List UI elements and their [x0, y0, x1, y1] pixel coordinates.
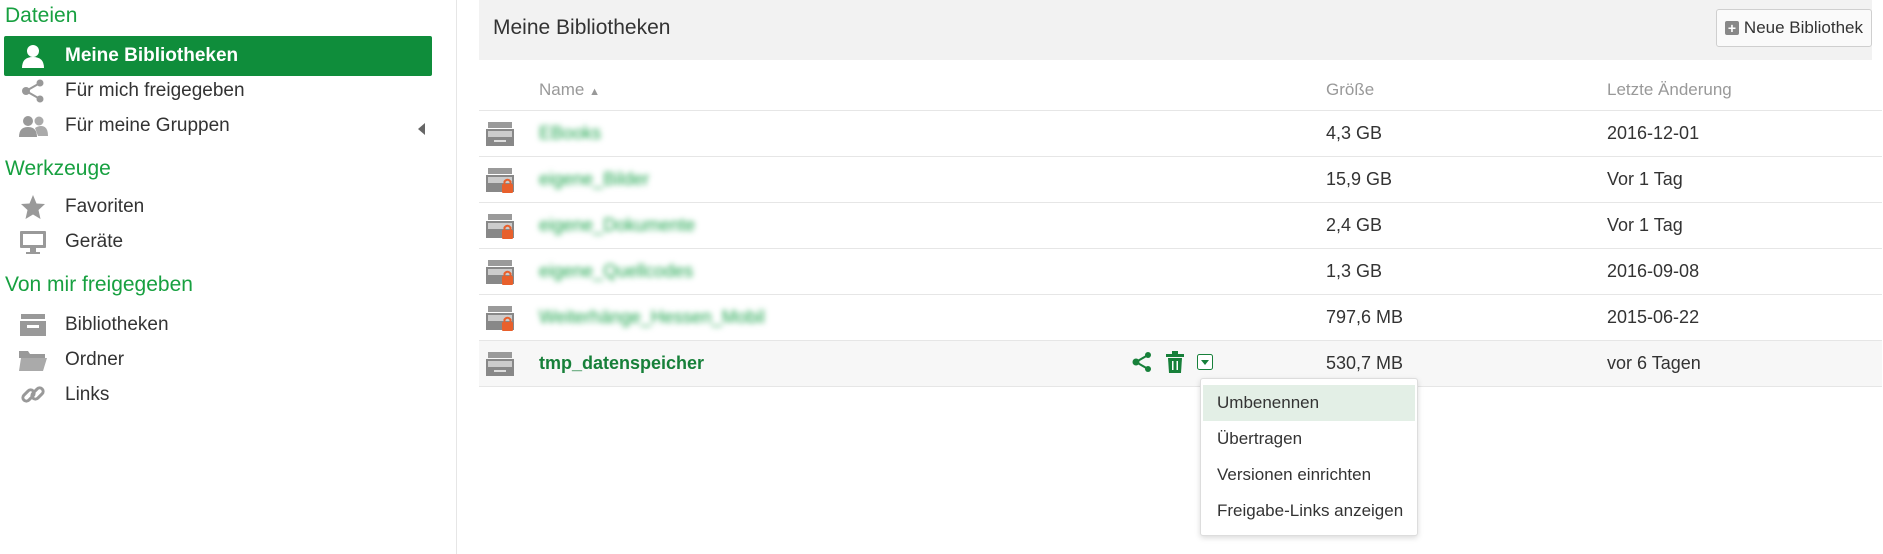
plus-icon: +	[1724, 21, 1739, 35]
section-title-shared-by-me: Von mir freigegeben	[5, 273, 193, 296]
library-modified: 2015-06-22	[1607, 307, 1700, 327]
sidebar: Dateien Meine Bibliotheken Für mich frei…	[0, 0, 457, 554]
sidebar-item-shared-with-me[interactable]: Für mich freigegeben	[4, 71, 432, 111]
sidebar-item-shared-links[interactable]: Links	[4, 375, 432, 415]
sidebar-item-label: Bibliotheken	[65, 314, 169, 335]
library-name-link[interactable]: eigene_Quellcodes	[539, 261, 693, 282]
library-size: 797,6 MB	[1326, 307, 1404, 327]
sidebar-item-label: Ordner	[65, 349, 125, 370]
caret-left-icon[interactable]	[418, 119, 426, 141]
share-icon[interactable]	[1131, 351, 1153, 378]
library-icon	[485, 120, 515, 148]
table-row[interactable]: EBooks 4,3 GB 2016-12-01	[479, 111, 1882, 157]
row-operations	[1131, 351, 1213, 378]
sidebar-item-shared-folders[interactable]: Ordner	[4, 340, 432, 380]
library-name-link[interactable]: eigene_Dokumente	[539, 215, 695, 236]
sidebar-item-label: Favoriten	[65, 196, 145, 217]
table-row[interactable]: Weiterhänge_Hessen_Mobil 797,6 MB 2015-0…	[479, 295, 1882, 341]
library-size: 530,7 MB	[1326, 353, 1404, 373]
sidebar-item-label: Links	[65, 384, 110, 405]
monitor-icon	[18, 228, 48, 256]
library-name-link[interactable]: EBooks	[539, 123, 601, 144]
page-header: Meine Bibliotheken + Neue Bibliothek	[479, 0, 1872, 60]
sidebar-item-label: Meine Bibliotheken	[65, 45, 239, 66]
more-dropdown-icon[interactable]	[1197, 354, 1213, 375]
sidebar-item-my-libraries[interactable]: Meine Bibliotheken	[4, 36, 432, 76]
library-icon	[18, 311, 48, 339]
column-header-size[interactable]: Größe	[1326, 80, 1374, 100]
library-modified: 2016-12-01	[1607, 123, 1700, 143]
library-icon	[485, 350, 515, 378]
sidebar-item-shared-libraries[interactable]: Bibliotheken	[4, 305, 432, 345]
section-title-files: Dateien	[5, 4, 78, 27]
table-row[interactable]: eigene_Dokumente 2,4 GB Vor 1 Tag	[479, 203, 1882, 249]
library-size: 2,4 GB	[1326, 215, 1383, 235]
new-library-button[interactable]: + Neue Bibliothek	[1715, 9, 1872, 47]
library-name-link[interactable]: Weiterhänge_Hessen_Mobil	[539, 307, 765, 328]
page-title: Meine Bibliotheken	[493, 16, 671, 39]
section-title-tools: Werkzeuge	[5, 157, 111, 180]
link-icon	[18, 381, 48, 409]
sidebar-item-favorites[interactable]: Favoriten	[4, 187, 432, 227]
library-modified: Vor 1 Tag	[1607, 215, 1683, 235]
library-modified: Vor 1 Tag	[1607, 169, 1683, 189]
library-size: 1,3 GB	[1326, 261, 1383, 281]
star-icon	[18, 193, 48, 221]
library-size: 15,9 GB	[1326, 169, 1393, 189]
library-modified: 2016-09-08	[1607, 261, 1700, 281]
library-name-link[interactable]: tmp_datenspeicher	[539, 353, 704, 374]
table-row[interactable]: eigene_Bilder 15,9 GB Vor 1 Tag	[479, 157, 1882, 203]
menu-item-versions[interactable]: Versionen einrichten	[1201, 457, 1417, 493]
folder-icon	[18, 346, 48, 374]
menu-item-rename[interactable]: Umbenennen	[1203, 385, 1415, 421]
encrypted-library-icon	[485, 212, 515, 240]
user-icon	[18, 42, 48, 70]
encrypted-library-icon	[485, 258, 515, 286]
column-header-modified[interactable]: Letzte Änderung	[1607, 80, 1732, 100]
sidebar-item-label: Für mich freigegeben	[65, 80, 245, 101]
library-table: Name ▲ Größe Letzte Änderung EBooks 4,3 …	[479, 68, 1882, 387]
table-row[interactable]: eigene_Quellcodes 1,3 GB 2016-09-08	[479, 249, 1882, 295]
sidebar-item-label: Für meine Gruppen	[65, 115, 230, 136]
delete-icon[interactable]	[1165, 351, 1185, 378]
encrypted-library-icon	[485, 304, 515, 332]
column-header-name[interactable]: Name ▲	[539, 80, 600, 100]
row-actions-menu: Umbenennen Übertragen Versionen einricht…	[1200, 378, 1418, 536]
library-modified: vor 6 Tagen	[1607, 353, 1701, 373]
sort-asc-icon: ▲	[589, 86, 600, 98]
menu-item-transfer[interactable]: Übertragen	[1201, 421, 1417, 457]
new-library-label: Neue Bibliothek	[1743, 18, 1863, 37]
encrypted-library-icon	[485, 166, 515, 194]
share-icon	[18, 77, 48, 105]
library-name-link[interactable]: eigene_Bilder	[539, 169, 649, 190]
sidebar-item-label: Geräte	[65, 231, 124, 252]
sidebar-item-devices[interactable]: Geräte	[4, 222, 432, 262]
group-icon	[18, 112, 48, 140]
table-header: Name ▲ Größe Letzte Änderung	[479, 68, 1882, 111]
menu-item-share-links[interactable]: Freigabe-Links anzeigen	[1201, 493, 1417, 529]
sidebar-item-my-groups[interactable]: Für meine Gruppen	[4, 106, 432, 146]
table-row[interactable]: tmp_datenspeicher 530,7 MB vor 6 Tagen	[479, 341, 1882, 387]
library-size: 4,3 GB	[1326, 123, 1383, 143]
